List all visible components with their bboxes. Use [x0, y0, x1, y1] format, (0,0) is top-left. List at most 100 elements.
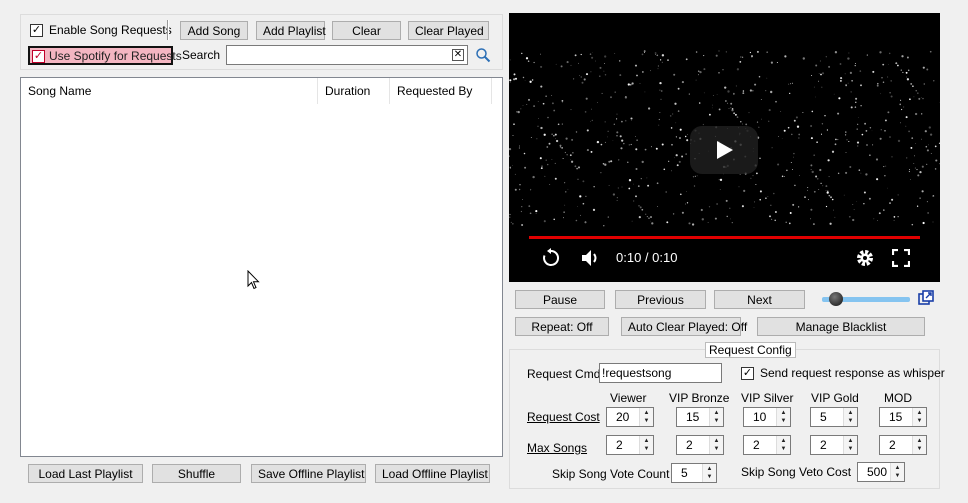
star — [888, 64, 890, 65]
star — [816, 177, 819, 180]
spin-arrows-icon[interactable]: ▲ ▼ — [776, 436, 790, 454]
max-songs-vip-silver[interactable]: 2 ▲ ▼ — [743, 435, 791, 455]
skip-vote-count-input[interactable]: 5 ▲ ▼ — [671, 463, 717, 483]
skip-veto-cost-input[interactable]: 500 ▲ ▼ — [857, 462, 905, 482]
star — [551, 95, 553, 96]
fullscreen-icon[interactable] — [892, 249, 910, 267]
star — [793, 152, 795, 155]
previous-button[interactable]: Previous — [615, 290, 706, 309]
replay-icon[interactable] — [541, 248, 561, 268]
star — [716, 203, 718, 205]
star — [741, 123, 744, 125]
clear-search-icon[interactable]: ✕ — [452, 49, 464, 61]
song-list[interactable]: Song Name Duration Requested By — [20, 77, 503, 457]
star — [877, 220, 878, 221]
next-button[interactable]: Next — [714, 290, 805, 309]
tier-header-vip-gold: VIP Gold — [811, 391, 859, 405]
star — [603, 225, 605, 227]
star — [562, 158, 564, 160]
star — [619, 74, 622, 77]
column-header-requested-by[interactable]: Requested By — [390, 78, 492, 104]
popout-window-icon[interactable] — [918, 290, 934, 306]
column-header-song-name[interactable]: Song Name — [21, 78, 318, 104]
save-offline-playlist-button[interactable]: Save Offline Playlist — [251, 464, 366, 483]
star — [561, 147, 563, 149]
load-offline-playlist-button[interactable]: Load Offline Playlist — [375, 464, 490, 483]
star — [922, 66, 925, 69]
request-cost-vip-bronze[interactable]: 15 ▲ ▼ — [676, 407, 724, 427]
spin-arrows-icon[interactable]: ▲ ▼ — [702, 464, 716, 482]
volume-slider[interactable] — [822, 291, 910, 307]
star — [644, 148, 647, 151]
star — [781, 175, 784, 178]
star — [827, 159, 830, 162]
request-cost-viewer[interactable]: 20 ▲ ▼ — [606, 407, 654, 427]
star — [903, 106, 905, 108]
star — [853, 209, 855, 210]
request-cost-vip-gold[interactable]: 5 ▲ ▼ — [810, 407, 858, 427]
use-spotify-checkbox[interactable]: ✓ Use Spotify for Requests — [28, 46, 182, 65]
enable-requests-checkbox[interactable]: ✓ Enable Song Requests — [30, 22, 172, 38]
clear-button[interactable]: Clear — [332, 21, 401, 40]
star — [564, 204, 566, 206]
clear-played-button[interactable]: Clear Played — [408, 21, 489, 40]
star — [756, 121, 759, 123]
spin-arrows-icon[interactable]: ▲ ▼ — [912, 436, 926, 454]
volume-icon[interactable] — [581, 249, 601, 267]
manage-blacklist-button[interactable]: Manage Blacklist — [757, 317, 925, 336]
star — [845, 131, 847, 133]
star — [686, 191, 687, 192]
star — [633, 200, 635, 202]
star — [525, 57, 529, 60]
star — [766, 51, 769, 54]
star — [915, 90, 917, 92]
spin-arrows-icon[interactable]: ▲ ▼ — [709, 436, 723, 454]
star — [716, 94, 718, 95]
star — [599, 66, 602, 69]
max-songs-viewer[interactable]: 2 ▲ ▼ — [606, 435, 654, 455]
column-header-duration[interactable]: Duration — [318, 78, 390, 104]
volume-slider-thumb[interactable] — [829, 292, 844, 306]
settings-gear-icon[interactable] — [856, 249, 874, 267]
star — [585, 97, 588, 100]
star — [724, 86, 727, 89]
spin-arrows-icon[interactable]: ▲ ▼ — [639, 436, 653, 454]
star — [837, 139, 839, 141]
request-cost-mod[interactable]: 15 ▲ ▼ — [879, 407, 927, 427]
load-last-playlist-button[interactable]: Load Last Playlist — [28, 464, 143, 483]
auto-clear-played-button[interactable]: Auto Clear Played: Off — [621, 317, 747, 336]
star — [636, 74, 638, 77]
star — [850, 91, 852, 93]
star — [718, 50, 720, 52]
video-player[interactable]: 0:10 / 0:10 — [509, 13, 940, 282]
spin-arrows-icon[interactable]: ▲ ▼ — [912, 408, 926, 426]
star — [726, 102, 729, 104]
repeat-button[interactable]: Repeat: Off — [515, 317, 609, 336]
add-playlist-button[interactable]: Add Playlist — [256, 21, 326, 40]
spin-arrows-icon[interactable]: ▲ ▼ — [709, 408, 723, 426]
star — [650, 220, 652, 222]
play-button[interactable] — [690, 126, 758, 174]
max-songs-mod[interactable]: 2 ▲ ▼ — [879, 435, 927, 455]
spin-arrows-icon[interactable]: ▲ ▼ — [843, 408, 857, 426]
star — [759, 157, 761, 159]
star — [687, 134, 689, 136]
spin-arrows-icon[interactable]: ▲ ▼ — [843, 436, 857, 454]
max-songs-vip-gold[interactable]: 2 ▲ ▼ — [810, 435, 858, 455]
search-icon[interactable] — [475, 47, 491, 63]
spin-arrows-icon[interactable]: ▲ ▼ — [639, 408, 653, 426]
pause-button[interactable]: Pause — [515, 290, 605, 309]
spin-arrows-icon[interactable]: ▲ ▼ — [776, 408, 790, 426]
spin-arrows-icon[interactable]: ▲ ▼ — [890, 463, 904, 481]
add-song-button[interactable]: Add Song — [180, 21, 248, 40]
max-songs-vip-bronze[interactable]: 2 ▲ ▼ — [676, 435, 724, 455]
search-input[interactable]: ✕ — [226, 45, 468, 65]
video-progress-track[interactable] — [529, 236, 920, 239]
shuffle-button[interactable]: Shuffle — [152, 464, 241, 483]
star — [802, 112, 804, 113]
whisper-checkbox[interactable]: ✓ Send request response as whisper — [741, 366, 945, 382]
request-cmd-input[interactable]: !requestsong — [599, 363, 722, 383]
video-progress-fill — [529, 236, 920, 239]
request-cost-vip-silver[interactable]: 10 ▲ ▼ — [743, 407, 791, 427]
star — [708, 206, 711, 208]
